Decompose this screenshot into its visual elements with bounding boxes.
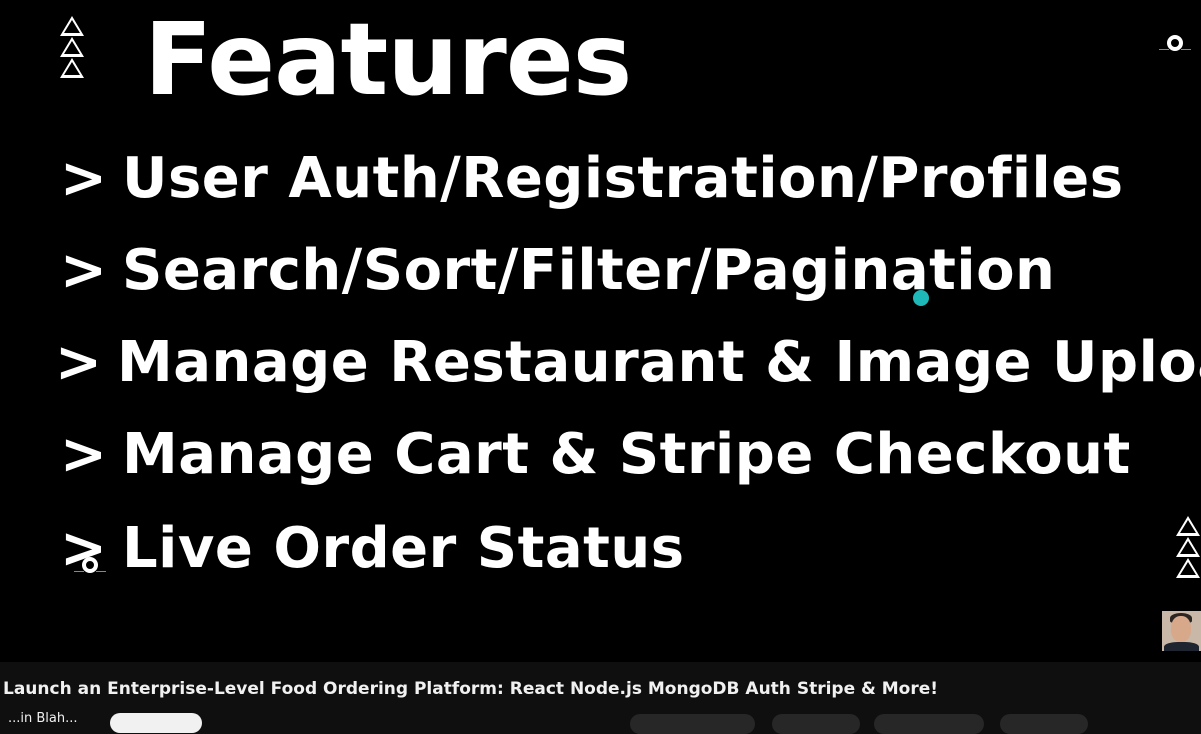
feature-item: > User Auth/Registration/Profiles: [60, 144, 1124, 214]
triangle-stack-icon: [60, 16, 88, 79]
feature-item: > Manage Restaurant & Image Upload: [55, 328, 1201, 398]
video-title: Launch an Enterprise-Level Food Ordering…: [3, 679, 939, 699]
slide-title: Features: [144, 1, 632, 118]
feature-item: > Live Order Status: [60, 514, 685, 584]
feature-text: Manage Restaurant & Image Upload: [117, 330, 1201, 395]
download-button[interactable]: [874, 714, 984, 734]
feature-item: > Manage Cart & Stripe Checkout: [60, 420, 1131, 490]
share-button[interactable]: [772, 714, 860, 734]
arrow-icon: >: [60, 516, 108, 581]
webcam-overlay: [1162, 611, 1201, 651]
triangle-stack-icon: [1176, 516, 1201, 579]
feature-text: Live Order Status: [122, 516, 685, 581]
mouse-cursor-highlight: [913, 290, 929, 306]
ring-icon: [1159, 35, 1191, 51]
arrow-icon: >: [60, 146, 108, 211]
video-info: Launch an Enterprise-Level Food Ordering…: [0, 662, 1201, 734]
arrow-icon: >: [60, 238, 108, 303]
feature-item: > Search/Sort/Filter/Pagination: [60, 236, 1055, 306]
arrow-icon: >: [55, 330, 103, 395]
subscribe-button[interactable]: [110, 713, 202, 733]
feature-text: User Auth/Registration/Profiles: [122, 146, 1124, 211]
video-player[interactable]: Features > User Auth/Registration/Profile…: [0, 0, 1201, 662]
arrow-icon: >: [60, 422, 108, 487]
clip-button[interactable]: [1000, 714, 1088, 734]
like-button[interactable]: [630, 714, 755, 734]
feature-text: Manage Cart & Stripe Checkout: [122, 422, 1131, 487]
